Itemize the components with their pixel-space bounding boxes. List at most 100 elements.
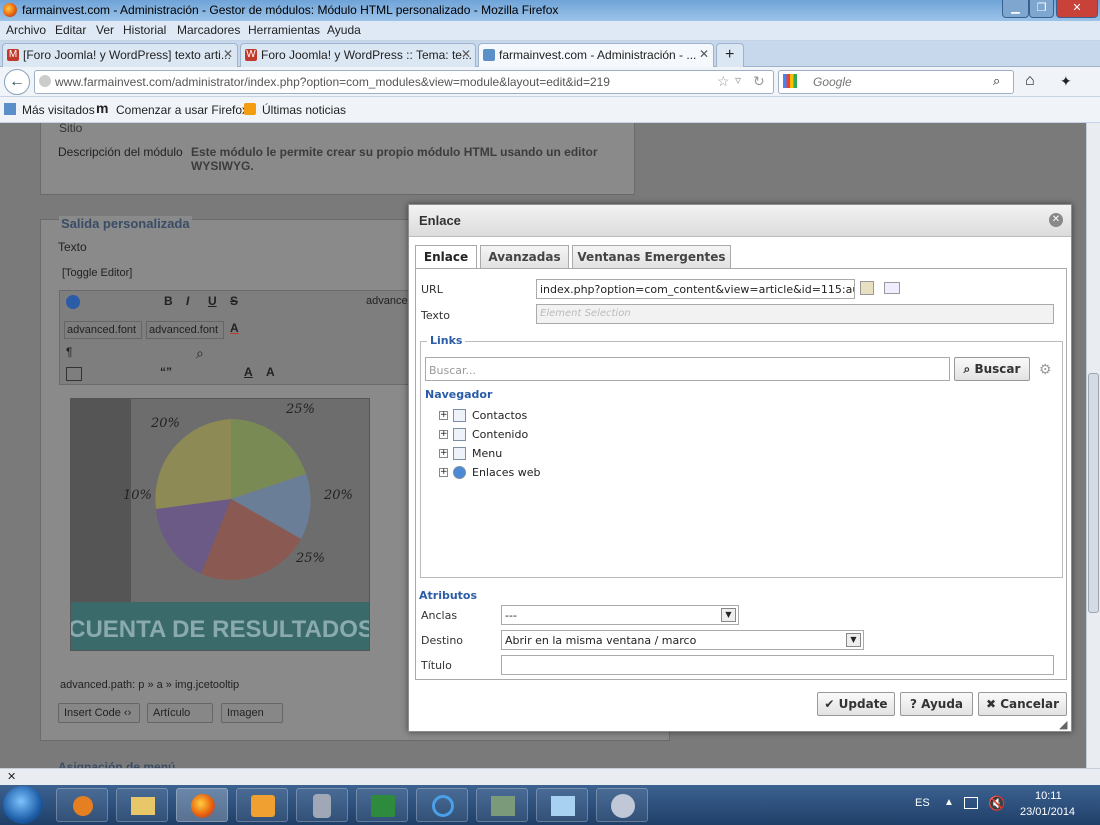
database-icon[interactable]: [296, 788, 348, 822]
tab-foro-2[interactable]: W Foro Joomla! y WordPress :: Tema: te..…: [240, 43, 476, 67]
table-icon[interactable]: [66, 367, 82, 381]
tab-farmainvest[interactable]: farmainvest.com - Administración - ... ✕: [478, 43, 714, 67]
close-tab-icon[interactable]: ✕: [223, 47, 233, 61]
tab-avanzadas[interactable]: Avanzadas: [480, 245, 569, 269]
minimize-button[interactable]: ▁: [1002, 0, 1029, 18]
font-family-select[interactable]: advanced.font: [64, 321, 142, 339]
dropdown-icon[interactable]: ▿: [735, 73, 741, 87]
tray-arrow-icon[interactable]: ▲: [944, 797, 954, 808]
app-icon[interactable]: [596, 788, 648, 822]
button-label: Artículo: [153, 707, 191, 719]
browse-link-icon[interactable]: [860, 281, 874, 295]
scrollbar-thumb[interactable]: [1088, 373, 1099, 613]
address-bar[interactable]: www.farmainvest.com/administrator/index.…: [34, 70, 774, 94]
cancel-button[interactable]: ✖ Cancelar: [978, 692, 1067, 716]
menu-archivo[interactable]: Archivo: [6, 23, 46, 37]
anclas-label: Anclas: [421, 609, 458, 622]
network-icon[interactable]: [964, 797, 978, 809]
close-window-button[interactable]: ✕: [1056, 0, 1098, 18]
addon-icon[interactable]: ✦: [1060, 73, 1072, 90]
gear-icon[interactable]: ⚙: [1039, 361, 1052, 378]
article-button[interactable]: Artículo: [147, 703, 213, 723]
clock-date[interactable]: 23/01/2014: [1020, 806, 1075, 818]
clock-time[interactable]: 10:11: [1035, 790, 1062, 802]
back-button[interactable]: ←: [4, 69, 30, 95]
strike-icon[interactable]: S: [230, 294, 238, 308]
expand-icon[interactable]: +: [439, 468, 448, 477]
firefox-icon: [3, 3, 17, 17]
expand-icon[interactable]: +: [439, 411, 448, 420]
bookmark-ultimas-noticias[interactable]: Últimas noticias: [262, 103, 346, 117]
image-button[interactable]: Imagen: [221, 703, 283, 723]
tab-foro-1[interactable]: M [Foro Joomla! y WordPress] texto arti.…: [2, 43, 238, 67]
internet-explorer-icon[interactable]: [416, 788, 468, 822]
email-link-icon[interactable]: [884, 282, 900, 294]
home-icon[interactable]: ⌂: [1025, 72, 1035, 90]
quote-icon[interactable]: “”: [160, 365, 172, 379]
close-tab-icon[interactable]: ✕: [461, 47, 471, 61]
links-search-input[interactable]: Buscar...: [425, 357, 950, 381]
page-scrollbar[interactable]: [1086, 123, 1100, 768]
maximize-button[interactable]: ❐: [1029, 0, 1054, 18]
close-findbar-icon[interactable]: ✕: [7, 770, 16, 783]
network-tool-icon[interactable]: [476, 788, 528, 822]
update-button[interactable]: ✔ Update: [817, 692, 895, 716]
bookmark-comenzar[interactable]: Comenzar a usar Firefox: [116, 103, 248, 117]
pct-label: 20%: [150, 416, 180, 431]
search-replace-icon[interactable]: ⌕: [196, 345, 204, 362]
resize-handle-icon[interactable]: ◢: [1059, 718, 1067, 731]
help-icon[interactable]: [66, 295, 80, 309]
bookmark-mas-visitados[interactable]: Más visitados: [22, 103, 95, 117]
media-player-icon[interactable]: [56, 788, 108, 822]
titulo-input[interactable]: [501, 655, 1054, 675]
menu-herramientas[interactable]: Herramientas: [248, 23, 320, 37]
check-icon: ✔: [824, 697, 835, 711]
dialog-close-icon[interactable]: ✕: [1049, 213, 1063, 227]
search-icon[interactable]: ⌕: [993, 73, 1000, 89]
underline-icon[interactable]: U: [208, 294, 217, 308]
font-size-select[interactable]: advanced.font: [146, 321, 224, 339]
explorer-icon[interactable]: [116, 788, 168, 822]
links-search-button[interactable]: ⌕ Buscar: [954, 357, 1030, 381]
tab-ventanas-emergentes[interactable]: Ventanas Emergentes: [572, 245, 731, 269]
anclas-select[interactable]: --- ▼: [501, 605, 739, 625]
expand-icon[interactable]: +: [439, 449, 448, 458]
tab-enlace[interactable]: Enlace: [415, 245, 477, 270]
start-button[interactable]: [3, 786, 43, 824]
menu-editar[interactable]: Editar: [55, 23, 86, 37]
editor-image[interactable]: 20% 25% 10% 20% 25% CUENTA DE RESULTADOS: [70, 398, 370, 651]
notes-icon[interactable]: [536, 788, 588, 822]
italic-icon[interactable]: I: [186, 294, 189, 308]
help-button[interactable]: ? Ayuda: [900, 692, 973, 716]
excel-icon[interactable]: [356, 788, 408, 822]
texto-input[interactable]: Element Selection: [536, 304, 1054, 324]
toggle-editor-link[interactable]: [Toggle Editor]: [62, 267, 132, 279]
menu-ayuda[interactable]: Ayuda: [327, 23, 361, 37]
outlook-icon[interactable]: [236, 788, 288, 822]
destino-select[interactable]: Abrir en la misma ventana / marco ▼: [501, 630, 864, 650]
search-bar[interactable]: Google ⌕: [778, 70, 1014, 94]
dialog-header: Enlace ✕: [409, 205, 1071, 237]
insert-code-button[interactable]: Insert Code ‹›: [58, 703, 140, 723]
editor-path: advanced.path: p » a » img.jcetooltip: [60, 679, 240, 691]
bold-icon[interactable]: B: [164, 294, 173, 308]
url-input[interactable]: index.php?option=com_content&view=articl…: [536, 279, 855, 299]
search-placeholder: Google: [813, 75, 852, 89]
menu-marcadores[interactable]: Marcadores: [177, 23, 240, 37]
language-indicator[interactable]: ES: [915, 797, 930, 809]
firefox-taskbar-icon[interactable]: [176, 788, 228, 822]
bgcolor-icon[interactable]: A: [266, 365, 275, 379]
new-tab-button[interactable]: +: [716, 43, 744, 67]
expand-icon[interactable]: +: [439, 430, 448, 439]
close-tab-icon[interactable]: ✕: [699, 47, 709, 61]
font-color-icon[interactable]: A: [244, 365, 253, 379]
format-select[interactable]: advance: [366, 295, 408, 307]
menu-ver[interactable]: Ver: [96, 23, 114, 37]
links-title: Links: [427, 334, 466, 347]
text-color-icon[interactable]: A: [230, 321, 239, 335]
volume-muted-icon[interactable]: 🔇: [988, 795, 1005, 812]
star-icon[interactable]: ☆: [717, 73, 730, 90]
paragraph-icon[interactable]: ¶: [66, 345, 72, 359]
menu-historial[interactable]: Historial: [123, 23, 166, 37]
reload-icon[interactable]: ↻: [753, 73, 765, 90]
